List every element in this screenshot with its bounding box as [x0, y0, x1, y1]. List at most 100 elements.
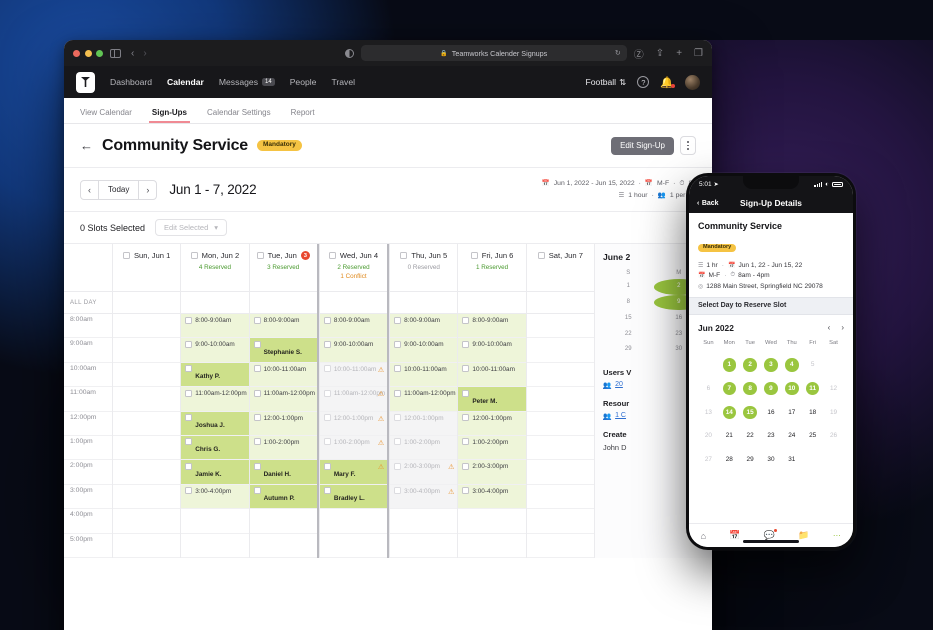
slot-checkbox[interactable] — [462, 316, 470, 324]
day-header[interactable]: Fri, Jun 6 1 Reserved — [458, 244, 526, 292]
calendar-slot[interactable]: 12:00-1:00pm ⚠ — [319, 411, 388, 436]
minimize-icon[interactable] — [84, 49, 92, 57]
avatar[interactable] — [685, 74, 700, 90]
calendar-slot[interactable]: 11:00am-12:00pm — [181, 387, 249, 412]
prev-month-button[interactable]: ‹ — [828, 323, 831, 332]
mobile-day-cell[interactable]: 13 — [698, 398, 719, 422]
slot-checkbox[interactable] — [253, 389, 261, 397]
slot-checkbox[interactable] — [323, 438, 331, 446]
calendar-slot[interactable]: 8:00-9:00am — [181, 314, 249, 339]
calendar-slot[interactable]: 2:00-3:00pm ⚠ — [390, 460, 458, 485]
mobile-day-cell[interactable]: 6 — [698, 374, 719, 398]
new-tab-icon[interactable]: + — [676, 48, 682, 59]
day-checkbox[interactable] — [400, 252, 408, 259]
tab-report[interactable]: Report — [291, 108, 315, 123]
next-week-button[interactable]: › — [139, 181, 156, 199]
back-arrow-icon[interactable]: ← — [80, 138, 93, 153]
slot-checkbox[interactable] — [394, 462, 402, 470]
slot-checkbox[interactable] — [323, 316, 331, 324]
slot-checkbox[interactable] — [323, 340, 331, 348]
more-options-button[interactable] — [680, 136, 696, 155]
mobile-day-cell[interactable]: 27 — [698, 445, 719, 469]
calendar-slot[interactable]: 2:00-3:00pm — [458, 460, 526, 485]
day-header[interactable]: Sun, Jun 1 — [113, 244, 181, 292]
mobile-day-cell[interactable]: 28 — [719, 445, 740, 469]
calendar-slot[interactable]: 9:00-10:00am — [458, 338, 526, 363]
mobile-day-cell[interactable]: 7 — [719, 374, 740, 398]
slot-checkbox[interactable] — [462, 414, 470, 422]
calendar-slot[interactable]: 10:00-11:00am — [390, 362, 458, 388]
slot-checkbox[interactable] — [394, 414, 402, 422]
all-day-cell[interactable] — [249, 292, 317, 314]
slot-checkbox[interactable] — [185, 414, 193, 422]
calendar-slot[interactable]: 9:00-10:00am — [319, 338, 388, 363]
slot-checkbox[interactable] — [462, 365, 470, 373]
all-day-cell[interactable] — [181, 292, 249, 314]
calendar-slot[interactable]: Chris G.1:00-2:00pm — [181, 435, 249, 472]
calendar-slot[interactable]: Stephanie S.9:00-10:00am — [249, 338, 317, 374]
mobile-day-cell[interactable]: 26 — [823, 422, 844, 446]
help-icon[interactable]: ? — [637, 76, 650, 88]
mobile-day-cell[interactable]: 23 — [761, 422, 782, 446]
mobile-day-cell[interactable]: 25 — [802, 422, 823, 446]
slot-checkbox[interactable] — [185, 462, 193, 470]
slot-checkbox[interactable] — [462, 438, 470, 446]
calendar-slot[interactable]: 10:00-11:00am — [249, 362, 317, 388]
reload-icon[interactable]: ↻ — [615, 49, 621, 57]
slot-checkbox[interactable] — [185, 389, 193, 397]
slot-checkbox[interactable] — [253, 462, 261, 470]
calendar-slot[interactable]: Peter M.11:00am-12:00pm — [458, 387, 526, 423]
edit-sign-up-button[interactable]: Edit Sign-Up — [611, 136, 674, 155]
nav-item-people[interactable]: People — [290, 77, 317, 87]
mobile-day-cell[interactable]: 19 — [823, 398, 844, 422]
slot-checkbox[interactable] — [323, 365, 331, 373]
tab-overview-icon[interactable]: ❐ — [694, 48, 703, 59]
day-checkbox[interactable] — [256, 252, 264, 259]
slot-checkbox[interactable] — [253, 414, 261, 422]
mobile-day-cell[interactable]: 11 — [802, 374, 823, 398]
downloads-icon[interactable]: Ⓩ — [634, 46, 644, 61]
slot-checkbox[interactable] — [394, 340, 402, 348]
slot-checkbox[interactable] — [253, 316, 261, 324]
mobile-calendar-nav[interactable]: ‹ › — [828, 323, 844, 332]
browser-nav-arrows[interactable]: ‹ › — [131, 48, 147, 59]
slot-checkbox[interactable] — [185, 365, 193, 373]
calendar-slot[interactable]: 1:00-2:00pm — [390, 435, 458, 461]
slot-checkbox[interactable] — [323, 462, 331, 470]
prev-week-button[interactable]: ‹ — [81, 181, 98, 199]
calendar-slot[interactable]: 10:00-11:00am — [458, 362, 526, 388]
slot-checkbox[interactable] — [253, 340, 261, 348]
slot-checkbox[interactable] — [185, 340, 193, 348]
mobile-day-cell[interactable]: 15 — [740, 398, 761, 422]
browser-toolbar-icons[interactable]: Ⓩ ⇪ + ❐ — [634, 46, 703, 61]
slot-checkbox[interactable] — [185, 487, 193, 495]
mini-day-cell[interactable]: 8 — [603, 295, 654, 311]
mobile-day-cell[interactable]: 16 — [761, 398, 782, 422]
nav-item-dashboard[interactable]: Dashboard — [110, 77, 152, 87]
mobile-day-cell[interactable]: 8 — [740, 374, 761, 398]
reader-view-icon[interactable] — [344, 48, 354, 58]
mobile-day-cell[interactable]: 18 — [802, 398, 823, 422]
all-day-cell[interactable] — [390, 292, 458, 314]
slot-checkbox[interactable] — [462, 389, 470, 397]
slot-checkbox[interactable] — [394, 487, 402, 495]
slot-checkbox[interactable] — [253, 365, 261, 373]
slot-checkbox[interactable] — [394, 316, 402, 324]
calendar-slot[interactable]: 8:00-9:00am — [390, 314, 458, 339]
mobile-day-cell[interactable]: 5 — [802, 351, 823, 375]
calendar-slot[interactable]: 9:00-10:00am — [181, 338, 249, 363]
mobile-day-cell[interactable]: 30 — [761, 445, 782, 469]
home-icon[interactable]: ⌂ — [701, 531, 706, 541]
back-icon[interactable]: ‹ — [131, 48, 134, 59]
calendar-slot[interactable]: 8:00-9:00am — [458, 314, 526, 339]
mobile-day-cell[interactable]: 10 — [781, 374, 802, 398]
mobile-day-cell[interactable]: 29 — [740, 445, 761, 469]
calendar-slot[interactable]: 12:00-1:00pm — [249, 411, 317, 436]
calendar-slot[interactable]: 1:00-2:00pm — [249, 435, 317, 461]
slot-checkbox[interactable] — [394, 365, 402, 373]
day-checkbox[interactable] — [470, 252, 478, 259]
calendar-icon[interactable]: 📅 — [729, 530, 740, 541]
slot-checkbox[interactable] — [185, 316, 193, 324]
calendar-slot[interactable]: 3:00-4:00pm ⚠ — [390, 484, 458, 510]
calendar-slot[interactable]: 1:00-2:00pm — [458, 435, 526, 461]
